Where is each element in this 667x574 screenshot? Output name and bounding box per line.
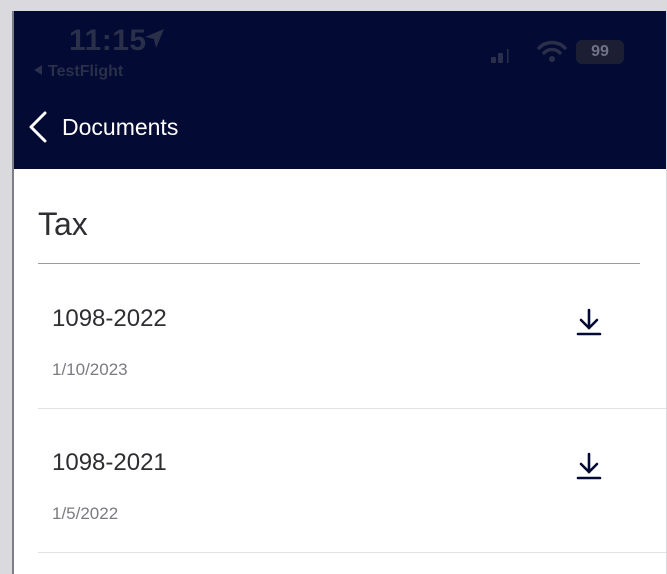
download-icon[interactable] xyxy=(575,307,603,337)
app-screen: 11:15 TestFlight 99 Documents Tax 1098-2… xyxy=(12,11,666,574)
signal-icon xyxy=(491,49,509,63)
document-name: 1098-2021 xyxy=(52,449,167,476)
document-row[interactable]: 1098-2021 1/5/2022 xyxy=(38,409,666,553)
location-arrow-icon xyxy=(145,29,164,48)
back-button[interactable]: Documents xyxy=(28,109,178,145)
status-time: 11:15 xyxy=(69,24,147,57)
back-app-label: TestFlight xyxy=(48,63,124,80)
document-date: 1/5/2022 xyxy=(52,504,119,523)
back-triangle-icon xyxy=(34,65,42,75)
section-title: Tax xyxy=(38,206,88,242)
download-icon[interactable] xyxy=(575,451,603,481)
section-divider xyxy=(38,263,640,264)
header: 11:15 TestFlight 99 Documents xyxy=(14,11,666,169)
battery-icon: 99 xyxy=(576,40,624,64)
document-name: 1098-2022 xyxy=(52,305,167,332)
wifi-icon xyxy=(537,40,567,62)
document-date: 1/10/2023 xyxy=(52,360,128,379)
document-row[interactable]: 1098-2022 1/10/2023 xyxy=(38,265,666,409)
nav-title: Documents xyxy=(62,113,179,140)
chevron-left-icon xyxy=(29,111,47,143)
back-to-app-link[interactable]: TestFlight xyxy=(34,63,123,81)
